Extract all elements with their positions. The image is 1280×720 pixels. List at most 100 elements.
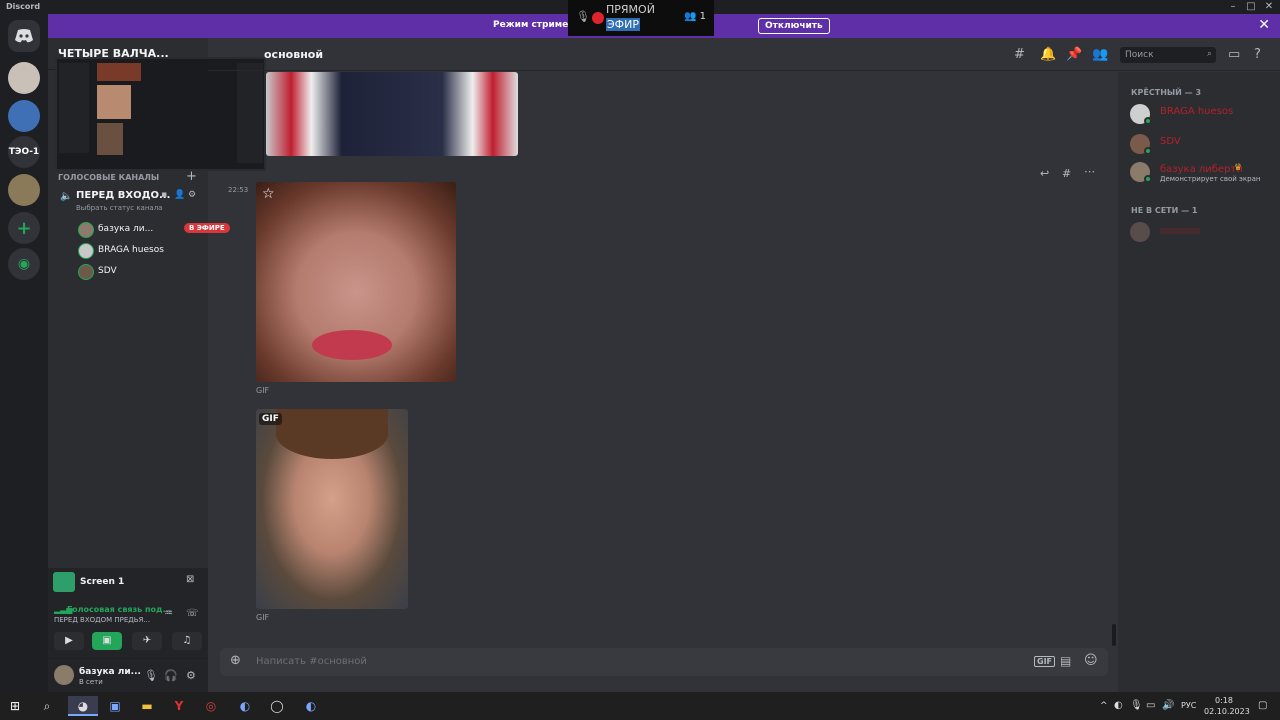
steam-icon[interactable]: ◐ [234,696,256,716]
member-list-icon[interactable]: 👥 [1092,47,1108,62]
member-item[interactable]: SDV [1130,132,1275,156]
voice-channel-name[interactable]: ПЕРЕД ВХОДО... [76,190,170,201]
avatar [78,264,94,280]
soundboard-button[interactable]: ♫ [172,632,202,650]
viewer-count: 👥 1 [684,11,706,22]
voice-user-2[interactable]: BRAGA huesos [76,241,246,261]
member-item-offline[interactable] [1130,220,1275,244]
yandex-browser-icon[interactable]: Y [168,696,190,716]
message-gif-face-1[interactable]: ☆ [256,182,456,382]
channel-status[interactable]: Выбрать статус канала [76,204,162,212]
emoji-icon[interactable]: ☺ [1084,653,1098,668]
server-teo[interactable]: ТЭО-1 [8,136,40,168]
tray-chevron-icon[interactable]: ^ [1100,701,1108,711]
file-explorer-icon[interactable]: ▬ [136,696,158,716]
more-options-icon[interactable]: ⋯ [1084,165,1095,178]
user-settings-icon[interactable]: ⚙ [186,669,196,682]
search-icon: ⌕ [1206,49,1212,59]
notification-bell-icon[interactable]: 🔔 [1040,47,1056,62]
tray-network-icon[interactable]: ▭ [1146,700,1155,711]
threads-icon[interactable]: # [1014,47,1025,62]
voice-channel-link[interactable]: ПЕРЕД ВХОДОМ ПРЕДЬЯ... [54,616,150,624]
speaker-icon: 🔈 [60,191,73,202]
taskbar-app-icon[interactable]: ▣ [104,696,126,716]
category-voice[interactable]: ГОЛОСОВЫЕ КАНАЛЫ [58,173,159,182]
maximize-icon[interactable]: □ [1244,1,1258,12]
message-image-flag[interactable] [266,72,518,156]
mic-muted-icon: 🎙 [576,10,590,23]
server-icon-2[interactable] [8,100,40,132]
gif-badge: GIF [259,413,282,425]
clock-date[interactable]: 02.10.2023 [1204,707,1250,716]
discord-home-icon[interactable] [8,20,40,52]
user-name[interactable]: базука ли... [79,667,141,677]
settings-gear-icon[interactable]: ⚙ [188,190,196,200]
activities-button[interactable]: ✈ [132,632,162,650]
viewers-icon: 👥 [684,11,697,22]
chat-scrollbar[interactable] [1112,624,1116,646]
live-badge: В ЭФИРЕ [184,223,230,233]
clock-time[interactable]: 0:18 [1215,696,1233,705]
pin-icon[interactable]: 📌 [1066,47,1082,62]
upload-plus-icon[interactable]: ⊕ [230,653,241,668]
stream-preview[interactable] [55,57,266,171]
invite-icon[interactable]: 👤 [174,190,185,200]
tray-volume-icon[interactable]: 🔊 [1162,700,1174,711]
obs-icon[interactable]: ◯ [266,696,288,716]
member-item[interactable]: базука либерти ♛ Демонстрирует свой экра… [1130,160,1275,184]
member-item[interactable]: BRAGA huesos [1130,102,1275,126]
taskbar-discord-icon[interactable]: ◕ [68,696,98,716]
voice-user-name: базука ли... [98,224,154,234]
microphone-icon[interactable]: 🎙 [144,669,158,682]
preview-sidebar [59,63,89,153]
member-category-online: КРЁСТНЫЙ — 3 [1131,88,1202,97]
favorite-star-icon[interactable]: ☆ [262,186,275,202]
tray-steam-icon[interactable]: ◐ [1114,700,1123,711]
minimize-icon[interactable]: – [1226,1,1240,12]
avatar [1130,222,1150,242]
sticker-icon[interactable]: ▤ [1060,654,1071,668]
disconnect-icon[interactable]: ☏ [186,608,199,619]
message-composer[interactable]: ⊕ Написать #основной GIF ▤ ☺ [220,648,1108,676]
search-input[interactable]: Поиск ⌕ [1120,47,1216,63]
gif-picker-icon[interactable]: GIF [1034,656,1056,667]
voice-state[interactable]: Голосовая связь под... [67,605,172,614]
avatar[interactable] [54,665,74,685]
inbox-icon[interactable]: ▭ [1228,47,1240,62]
noise-suppression-icon[interactable]: ♒ [164,608,173,619]
disable-streamer-button[interactable]: Отключить [758,18,830,34]
steam-icon-2[interactable]: ◐ [300,696,322,716]
member-name: SDV [1160,136,1181,147]
taskbar-app-icon-2[interactable]: ◎ [200,696,222,716]
voice-user-1[interactable]: базука ли... В ЭФИРЕ [76,220,246,240]
preview-thumb-2 [97,85,131,119]
preview-thumb-3 [97,123,123,155]
close-banner-icon[interactable]: ✕ [1258,17,1270,33]
add-channel-icon[interactable]: + [186,169,197,184]
user-panel: базука ли... В сети 🎙 🎧 ⚙ [48,658,208,692]
explore-icon[interactable]: ◉ [8,248,40,280]
user-status: В сети [79,678,103,686]
chat-icon[interactable]: ▪ [161,190,167,200]
voice-user-3[interactable]: SDV [76,262,246,282]
reply-icon[interactable]: ↩ [1040,167,1049,180]
server-icon-1[interactable] [8,62,40,94]
message-gif-face-2[interactable]: GIF [256,409,408,609]
avatar [78,243,94,259]
keyboard-language[interactable]: РУС [1181,701,1196,710]
tray-mic-icon[interactable]: 🎙 [1130,700,1143,711]
server-icon-4[interactable] [8,174,40,206]
app-title: Discord [6,2,41,11]
channel-title: основной [264,48,324,61]
help-icon[interactable]: ? [1254,47,1261,62]
add-server-icon[interactable]: + [8,212,40,244]
close-stream-icon[interactable]: ⊠ [186,574,194,585]
headphones-icon[interactable]: 🎧 [164,669,178,682]
notifications-icon[interactable]: ▢ [1258,700,1267,711]
close-window-icon[interactable]: ✕ [1262,1,1276,12]
taskbar-search-icon[interactable]: ⌕ [36,696,58,716]
screen-share-button[interactable]: ▣ [92,632,122,650]
create-thread-icon[interactable]: # [1062,167,1071,180]
camera-button[interactable]: ▶ [54,632,84,650]
windows-start-icon[interactable]: ⊞ [4,696,26,716]
